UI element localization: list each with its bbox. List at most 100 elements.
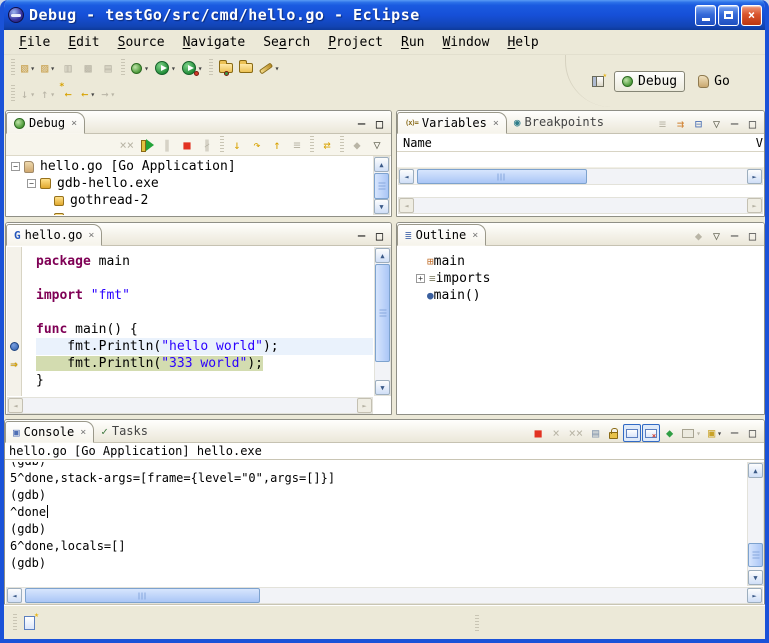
breakpoint-icon[interactable] [10, 342, 19, 351]
open-perspective-button[interactable] [588, 70, 608, 92]
scroll-thumb[interactable] [748, 543, 763, 567]
scroll-thumb[interactable] [25, 588, 260, 603]
step-return-button[interactable]: ↑ [267, 134, 287, 156]
show-stderr-button[interactable]: × [642, 424, 660, 442]
show-logical-structures-button[interactable]: ⇉ [672, 115, 689, 133]
display-selected-console-button[interactable]: ▾ [679, 424, 704, 442]
close-tab-button[interactable]: × [472, 230, 478, 241]
pin-console-button[interactable]: ◆ [661, 424, 678, 442]
scroll-left-button[interactable]: ◄ [399, 198, 414, 213]
tree-item[interactable] [7, 209, 373, 215]
gutter-row[interactable] [7, 287, 21, 304]
maximize-view-button[interactable]: □ [744, 227, 761, 245]
open-console-button[interactable]: ▣▾ [705, 424, 725, 442]
minimize-view-button[interactable]: ─ [726, 115, 743, 133]
maximize-window-button[interactable] [718, 5, 739, 26]
scroll-thumb[interactable] [374, 173, 389, 199]
scroll-down-button[interactable]: ▼ [748, 570, 763, 585]
minimize-view-button[interactable]: ─ [353, 115, 370, 133]
name-column-header[interactable]: Name [403, 136, 432, 150]
remove-all-terminated-button[interactable]: ×× [566, 424, 586, 442]
show-type-names-button[interactable]: ≡ [654, 115, 671, 133]
scroll-lock-button[interactable] [605, 424, 622, 442]
close-window-button[interactable]: × [741, 5, 762, 26]
collapse-all-button[interactable]: ⊟ [690, 115, 707, 133]
open-folder-doc-button[interactable] [236, 57, 256, 79]
gutter-row[interactable] [7, 338, 21, 355]
scroll-left-button[interactable]: ◄ [7, 588, 22, 603]
tab-debug[interactable]: Debug× [6, 112, 85, 134]
outline-tree[interactable]: ⊞main+≡imports●main() [398, 247, 763, 413]
menu-window[interactable]: Window [433, 33, 498, 52]
tree-expander[interactable]: + [416, 274, 425, 283]
scroll-right-button[interactable]: ► [747, 169, 762, 184]
scroll-up-button[interactable]: ▲ [748, 463, 763, 478]
clear-console-button[interactable]: ▤ [587, 424, 604, 442]
annotation-gutter[interactable]: ⇒ [7, 247, 22, 396]
forward-button[interactable]: →▾ [98, 83, 118, 105]
tree-expander[interactable]: − [11, 162, 20, 171]
back-button[interactable]: ←▾ [78, 83, 98, 105]
gutter-row[interactable] [7, 304, 21, 321]
maximize-view-button[interactable]: □ [371, 227, 388, 245]
search-button[interactable]: ▾ [256, 57, 283, 79]
maximize-view-button[interactable]: □ [371, 115, 388, 133]
menu-source[interactable]: Source [109, 33, 174, 52]
menu-run[interactable]: Run [392, 33, 433, 52]
gutter-row[interactable] [7, 253, 21, 270]
editor-horizontal-scrollbar[interactable]: ◄ ► [7, 397, 373, 414]
tab-hello-go[interactable]: Ghello.go× [6, 224, 102, 246]
close-tab-button[interactable]: × [80, 427, 86, 438]
value-column-header[interactable]: V [756, 136, 763, 150]
variables-horizontal-scrollbar[interactable]: ◄ ► [398, 168, 763, 185]
debug-tree-vertical-scrollbar[interactable]: ▲ ▼ [373, 156, 390, 215]
title-bar[interactable]: Debug - testGo/src/cmd/hello.go - Eclips… [0, 0, 769, 30]
outline-options-button[interactable]: ◆ [690, 227, 707, 245]
view-menu-button[interactable]: ▽ [708, 115, 725, 133]
print-button[interactable]: ▤ [98, 57, 118, 79]
step-into-button[interactable]: ↓ [227, 134, 247, 156]
scroll-up-button[interactable]: ▲ [374, 157, 389, 172]
show-stdout-button[interactable] [623, 424, 641, 442]
tab-tasks[interactable]: ✓Tasks [94, 420, 155, 442]
tree-item[interactable]: ●main() [412, 287, 763, 304]
view-menu-button[interactable]: ▽ [367, 134, 387, 156]
minimize-view-button[interactable]: ─ [726, 227, 743, 245]
new-wizard-button[interactable]: ▧▾ [18, 57, 38, 79]
code-editor[interactable]: ⇒ package mainimport "fmt"func main() { … [7, 247, 373, 396]
remove-all-terminated-button[interactable]: ×× [117, 134, 137, 156]
minimize-view-button[interactable]: ─ [726, 424, 743, 442]
next-annotation-button[interactable]: ↓▾ [18, 83, 38, 105]
scroll-right-button[interactable]: ► [747, 198, 762, 213]
debug-launch-button[interactable]: ▾ [128, 57, 152, 79]
variables-column-header[interactable]: Name V [397, 134, 764, 152]
tree-item[interactable]: gothread-2 [7, 192, 373, 209]
remove-launch-button[interactable]: × [548, 424, 565, 442]
tree-item[interactable]: +≡imports [412, 270, 763, 287]
resume-button[interactable] [137, 134, 157, 156]
close-tab-button[interactable]: × [71, 118, 77, 129]
tab-console[interactable]: ▣Console× [5, 421, 94, 443]
debug-options-button[interactable]: ◆ [347, 134, 367, 156]
perspective-debug-button[interactable]: Debug [614, 71, 685, 92]
previous-annotation-button[interactable]: ↑▾ [38, 83, 58, 105]
save-all-button[interactable]: ▩ [78, 57, 98, 79]
minimize-window-button[interactable] [695, 5, 716, 26]
menu-help[interactable]: Help [498, 33, 547, 52]
open-folder-green-button[interactable] [216, 57, 236, 79]
menu-project[interactable]: Project [319, 33, 392, 52]
menu-navigate[interactable]: Navigate [174, 33, 255, 52]
tree-item[interactable]: −hello.go [Go Application] [7, 158, 373, 175]
maximize-view-button[interactable]: □ [744, 424, 761, 442]
save-button[interactable]: ▥ [58, 57, 78, 79]
gutter-row[interactable]: ⇒ [7, 355, 21, 372]
gutter-row[interactable] [7, 321, 21, 338]
detail-pane-horizontal-scrollbar[interactable]: ◄ ► [398, 197, 763, 214]
scroll-left-button[interactable]: ◄ [399, 169, 414, 184]
disconnect-button[interactable]: ∦ [197, 134, 217, 156]
tree-item[interactable]: ⊞main [412, 253, 763, 270]
gutter-row[interactable] [7, 270, 21, 287]
external-tools-button[interactable]: ▾ [179, 57, 206, 79]
tab-breakpoints[interactable]: ◉Breakpoints [507, 111, 611, 133]
tab-outline[interactable]: ≣Outline× [397, 224, 486, 246]
